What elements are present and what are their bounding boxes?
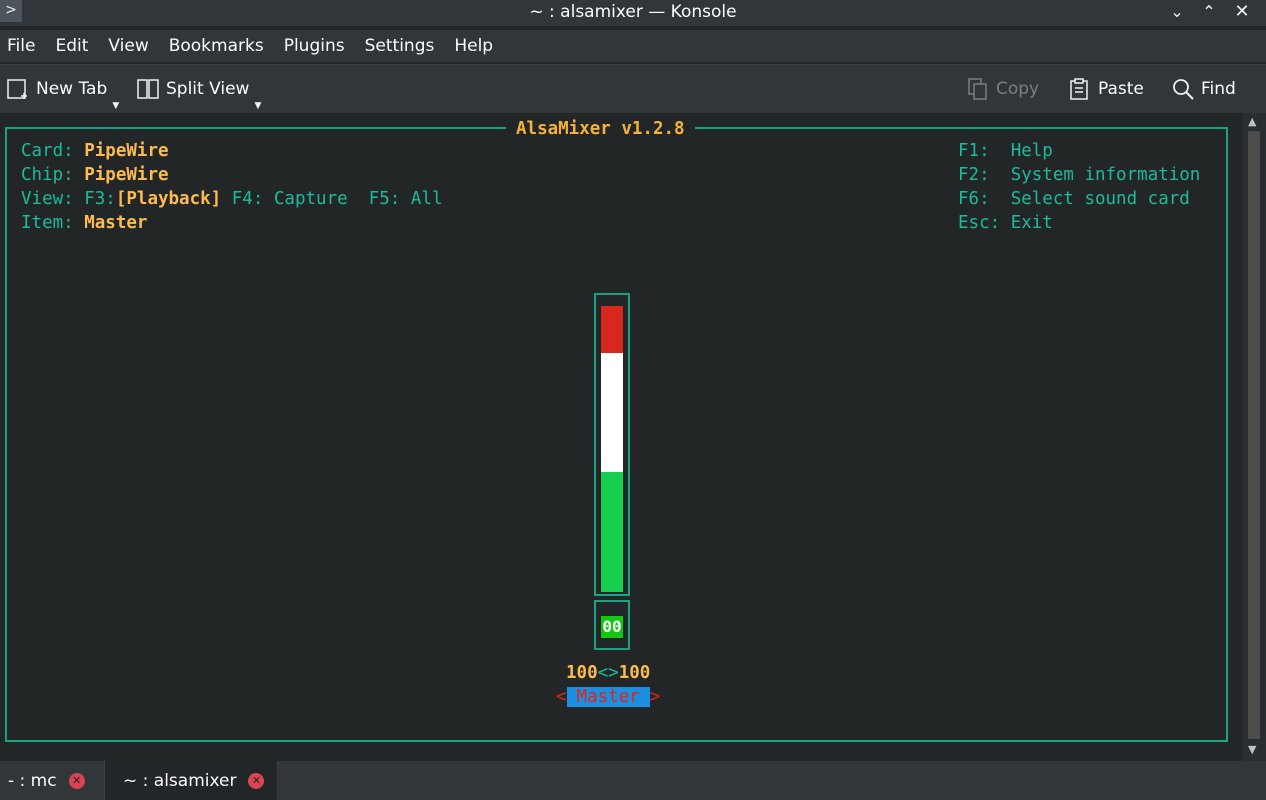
tab-alsamixer[interactable]: ~ : alsamixer ✕	[104, 761, 278, 800]
title-bar: > ~ : alsamixer — Konsole ⌄ ⌃ ✕	[0, 0, 1266, 26]
volume-right: 100	[618, 663, 651, 683]
chip-value: PipeWire	[84, 165, 169, 185]
find-label: Find	[1201, 79, 1236, 99]
dropdown-arrow-icon[interactable]: ▼	[255, 101, 262, 111]
close-tab-icon[interactable]: ✕	[248, 772, 265, 789]
card-value: PipeWire	[84, 141, 169, 161]
volume-slider[interactable]	[594, 293, 630, 596]
new-tab-button[interactable]: New Tab ▼	[6, 75, 119, 111]
paste-icon	[1070, 78, 1088, 100]
volume-mid-segment	[601, 353, 623, 472]
help-key: F1:	[958, 141, 990, 161]
item-value: Master	[84, 213, 148, 233]
tab-bar: - : mc ✕ ~ : alsamixer ✕	[0, 761, 1266, 800]
tab-mc[interactable]: - : mc ✕	[0, 761, 112, 800]
card-row: Card: PipeWire	[21, 139, 169, 163]
view-playback[interactable]: [Playback]	[116, 189, 221, 209]
help-action: System information	[1010, 165, 1201, 185]
minimize-icon[interactable]: ⌄	[1164, 0, 1190, 24]
help-row: F1: Help	[958, 139, 1053, 163]
view-row: View: F3:[Playback] F4: Capture F5: All	[21, 187, 443, 211]
chip-label: Chip:	[21, 165, 74, 185]
volume-low-segment	[601, 472, 623, 592]
toolbar: New Tab ▼ Split View ▼ Copy Paste Find	[0, 64, 1266, 113]
menu-plugins[interactable]: Plugins	[277, 36, 355, 56]
mute-toggle[interactable]: 00	[594, 600, 630, 650]
terminal-icon[interactable]: >	[0, 0, 22, 22]
maximize-icon[interactable]: ⌃	[1196, 0, 1222, 24]
paste-label: Paste	[1098, 79, 1144, 99]
volume-readout: 100<>100	[566, 661, 650, 685]
volume-level-bar	[601, 306, 623, 592]
view-all[interactable]: F5: All	[369, 189, 443, 209]
view-f3-key: F3:	[84, 189, 116, 209]
help-action: Help	[1010, 141, 1053, 161]
item-row: Item: Master	[21, 211, 147, 235]
dropdown-arrow-icon[interactable]: ▼	[112, 101, 119, 111]
new-tab-label: New Tab	[36, 79, 108, 99]
volume-left: 100	[566, 663, 598, 683]
mute-value: 00	[601, 616, 623, 638]
channel-right-bracket: >	[649, 687, 661, 707]
menu-file[interactable]: File	[0, 36, 45, 56]
split-view-icon	[137, 79, 159, 99]
close-icon[interactable]: ✕	[1229, 0, 1255, 24]
view-capture[interactable]: F4: Capture	[232, 189, 348, 209]
scroll-down-icon[interactable]: ▼	[1248, 743, 1256, 756]
chip-row: Chip: PipeWire	[21, 163, 169, 187]
channel-name[interactable]: Master	[566, 687, 650, 707]
card-label: Card:	[21, 141, 74, 161]
paste-button[interactable]: Paste	[1068, 75, 1144, 103]
scroll-thumb[interactable]	[1248, 131, 1260, 739]
copy-button[interactable]: Copy	[966, 75, 1039, 103]
close-tab-icon[interactable]: ✕	[68, 772, 85, 789]
menu-bar: File Edit View Bookmarks Plugins Setting…	[0, 30, 1266, 62]
item-label: Item:	[21, 213, 74, 233]
help-row: F2: System information	[958, 163, 1200, 187]
scrollbar[interactable]: ▲ ▼	[1243, 113, 1266, 761]
menu-help[interactable]: Help	[447, 36, 503, 56]
copy-label: Copy	[996, 79, 1040, 99]
terminal-view[interactable]: AlsaMixer v1.2.8 Card: PipeWire Chip: Pi…	[0, 113, 1243, 761]
new-tab-icon	[7, 79, 27, 99]
window-title: ~ : alsamixer — Konsole	[529, 2, 737, 22]
menu-view[interactable]: View	[101, 36, 158, 56]
scroll-up-icon[interactable]: ▲	[1248, 115, 1256, 128]
channel-left-bracket: <	[556, 687, 567, 707]
tab-label: ~ : alsamixer	[123, 770, 237, 791]
find-button[interactable]: Find	[1171, 75, 1236, 103]
menu-bookmarks[interactable]: Bookmarks	[162, 36, 274, 56]
help-row: F6: Select sound card	[958, 187, 1190, 211]
volume-separator: <>	[597, 663, 619, 683]
help-key: Esc:	[958, 213, 1001, 233]
help-row: Esc: Exit	[958, 211, 1053, 235]
split-view-label: Split View	[166, 79, 250, 99]
volume-high-segment	[601, 306, 623, 353]
alsamixer-title: AlsaMixer v1.2.8	[506, 116, 695, 142]
search-icon	[1173, 79, 1194, 100]
channel-label-row[interactable]: < Master >	[556, 685, 660, 709]
help-key: F6:	[958, 189, 990, 209]
tab-label: - : mc	[8, 770, 57, 791]
menu-settings[interactable]: Settings	[358, 36, 445, 56]
view-label: View:	[21, 189, 74, 209]
help-action: Exit	[1010, 213, 1053, 233]
copy-icon	[968, 78, 987, 100]
help-key: F2:	[958, 165, 990, 185]
menu-edit[interactable]: Edit	[48, 36, 98, 56]
split-view-button[interactable]: Split View ▼	[136, 75, 261, 111]
help-action: Select sound card	[1010, 189, 1190, 209]
